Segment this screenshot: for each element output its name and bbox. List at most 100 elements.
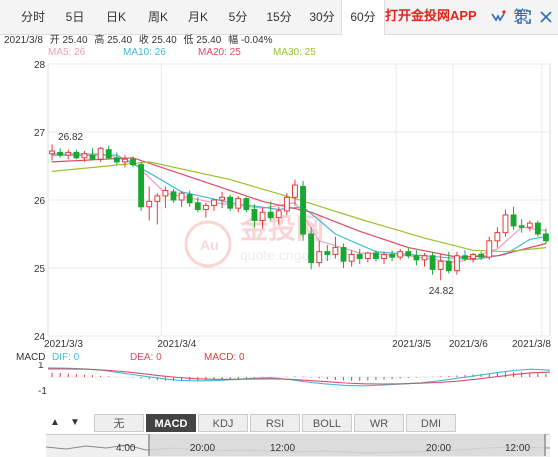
candle-body [510,214,517,227]
candle-body [105,149,112,159]
y-tick-label: 25 [34,264,46,275]
indicator-rsi[interactable]: RSI [250,414,300,432]
candle-body [138,164,145,208]
candle-body [146,200,153,208]
candle-body [308,233,315,264]
tab-30min[interactable]: 30分 [302,0,342,34]
info-change: 幅 -0.04% [228,35,273,46]
scroll-up-button[interactable]: ▲ [46,414,64,432]
candle-body [130,158,136,166]
candle-body [235,198,242,209]
candle-body [348,253,355,262]
tab-5day[interactable]: 5日 [56,0,94,34]
close-icon[interactable] [535,0,557,34]
candle-body [81,153,88,159]
candle-body [73,151,80,159]
tab-weekly-k[interactable]: 周K [138,0,178,34]
info-high: 高 25.40 [94,35,133,46]
candle-body [478,253,485,258]
tab-fenshi[interactable]: 分时 [12,0,54,34]
candle-body [121,158,128,163]
tab-daily-k[interactable]: 日K [96,0,136,34]
info-close: 收 25.40 [138,35,177,46]
candle-body [356,253,363,259]
macd-chart[interactable]: 1 -1 [0,362,558,412]
candle-body [178,192,185,201]
candle-body [462,255,468,259]
candle-body [518,225,525,228]
candle-body [534,222,541,235]
weixin-icon[interactable] [487,0,509,34]
min-price-label: 24.82 [429,286,454,297]
watermark-url: quote.cngold.org [240,247,344,263]
tab-5min[interactable]: 5分 [220,0,256,34]
candle-body [283,196,290,212]
candle-body [219,196,226,201]
candle-body [259,211,266,221]
info-open: 开 25.40 [49,35,88,46]
navigator-label: 20:00 [426,443,452,454]
macd-y-tick-label: -1 [38,386,47,397]
info-date: 2021/3/8 [4,35,43,46]
ma10-line [52,154,547,261]
candle-body [429,255,436,270]
candle-body [170,191,177,201]
y-tick-label: 27 [34,128,46,139]
indicator-boll[interactable]: BOLL [302,414,352,432]
indicator-wr[interactable]: WR [354,414,404,432]
candle-body [49,150,55,155]
candle-body [372,252,379,259]
scroll-down-button[interactable]: ▼ [66,414,84,432]
candlestick-chart[interactable]: 2827262524 Au 金投网 quote.cngold.org 2021/… [0,58,558,358]
candle-body [251,209,258,221]
candle-body [453,255,460,272]
candle-body [292,184,298,198]
tab-15min[interactable]: 15分 [258,0,300,34]
fullscreen-icon[interactable] [513,0,535,34]
candle-body [405,251,412,257]
candle-body [243,198,250,211]
candle-body [413,255,420,261]
candle-body [275,210,282,219]
y-tick-label: 28 [34,60,46,71]
candle-body [486,240,493,258]
candle-body [211,199,217,206]
candle-body [421,255,428,261]
candle-body [381,253,387,259]
candle-body [494,232,501,242]
candle-body [526,222,533,228]
indicator-macd[interactable]: MACD [146,414,196,432]
navigator-label: 20:00 [190,443,216,454]
y-tick-label: 26 [34,196,46,207]
candle-body [57,151,64,156]
candle-body [154,195,161,202]
info-low: 低 25.40 [183,35,222,46]
candle-body [543,233,549,242]
candle-body [65,151,72,156]
indicator-kdj[interactable]: KDJ [198,414,248,432]
tab-monthly-k[interactable]: 月K [178,0,218,34]
candle-body [364,252,371,259]
x-tick-label: 2021/3/8 [512,339,551,350]
candle-body [97,147,104,160]
candle-body [194,202,201,211]
navigator-label: 12:00 [505,443,531,454]
candle-body [437,260,444,270]
candle-body [324,251,331,255]
candle-body [113,157,120,163]
candle-body [202,204,209,211]
tab-60min[interactable]: 60分 [341,0,385,35]
max-price-label: 26.82 [58,132,83,143]
indicator-none[interactable]: 无 [94,414,144,432]
candle-body [316,251,323,264]
indicator-dmi[interactable]: DMI [406,414,456,432]
macd-dea-line [48,368,551,385]
candle-body [300,185,306,235]
candle-body [89,154,96,160]
open-app-link[interactable]: 打开金投网APP [385,0,477,34]
candle-body [470,253,477,259]
candle-body [502,214,509,234]
candle-body [389,253,396,258]
candle-body [340,247,347,262]
watermark-logo-text: Au [200,237,219,253]
